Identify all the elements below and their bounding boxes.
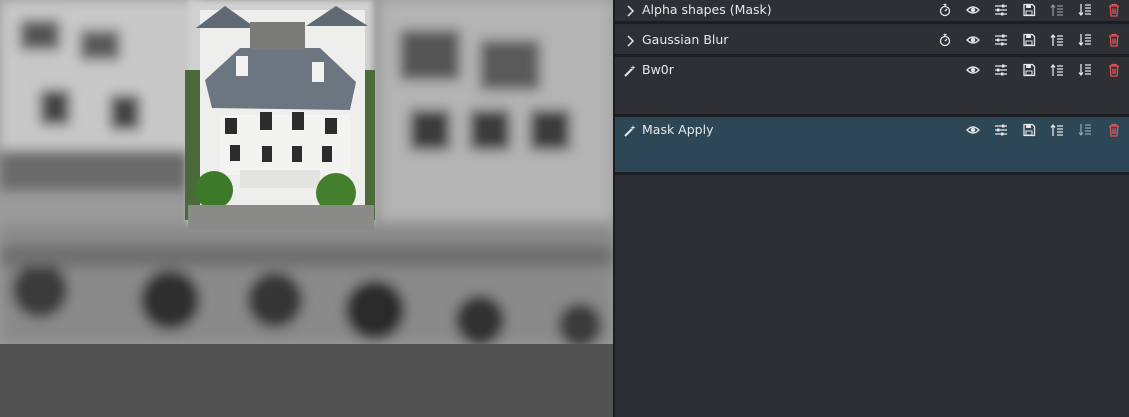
effect-name: Gaussian Blur <box>642 32 729 47</box>
villa <box>185 6 375 230</box>
effect-name: Mask Apply <box>642 122 714 137</box>
keyframe-timer-icon[interactable] <box>936 1 954 19</box>
effect-item-bw0r[interactable]: Bw0r <box>615 57 1129 117</box>
move-down-icon[interactable] <box>1076 61 1094 79</box>
save-icon[interactable] <box>1020 1 1038 19</box>
move-up-icon[interactable] <box>1048 31 1066 49</box>
save-icon[interactable] <box>1020 121 1038 139</box>
wand-icon <box>623 63 637 77</box>
effect-item-mask-apply[interactable]: Mask Apply <box>615 117 1129 175</box>
sliders-icon[interactable] <box>992 31 1010 49</box>
eye-icon[interactable] <box>964 31 982 49</box>
move-up-icon[interactable] <box>1048 121 1066 139</box>
save-icon[interactable] <box>1020 61 1038 79</box>
sliders-icon[interactable] <box>992 121 1010 139</box>
move-up-icon[interactable] <box>1048 1 1066 19</box>
effect-stack-panel: Alpha shapes (Mask) Gaussian Blur Bw0r M… <box>615 0 1129 417</box>
move-up-icon[interactable] <box>1048 61 1066 79</box>
eye-icon[interactable] <box>964 61 982 79</box>
chevron-right-icon[interactable] <box>623 3 637 17</box>
trash-icon[interactable] <box>1105 121 1123 139</box>
video-frame-preview <box>0 0 613 344</box>
trash-icon[interactable] <box>1105 61 1123 79</box>
sliders-icon[interactable] <box>992 1 1010 19</box>
move-down-icon[interactable] <box>1076 1 1094 19</box>
effect-item-alpha-shapes[interactable]: Alpha shapes (Mask) <box>615 0 1129 24</box>
wand-icon <box>623 123 637 137</box>
move-down-icon[interactable] <box>1076 121 1094 139</box>
eye-icon[interactable] <box>964 121 982 139</box>
move-down-icon[interactable] <box>1076 31 1094 49</box>
monitor-viewer[interactable] <box>0 0 613 417</box>
eye-icon[interactable] <box>964 1 982 19</box>
trash-icon[interactable] <box>1105 1 1123 19</box>
effect-name: Alpha shapes (Mask) <box>642 2 772 17</box>
trash-icon[interactable] <box>1105 31 1123 49</box>
effect-item-gaussian-blur[interactable]: Gaussian Blur <box>615 27 1129 57</box>
save-icon[interactable] <box>1020 31 1038 49</box>
keyframe-timer-icon[interactable] <box>936 31 954 49</box>
effect-name: Bw0r <box>642 62 674 77</box>
chevron-right-icon[interactable] <box>623 33 637 47</box>
sliders-icon[interactable] <box>992 61 1010 79</box>
